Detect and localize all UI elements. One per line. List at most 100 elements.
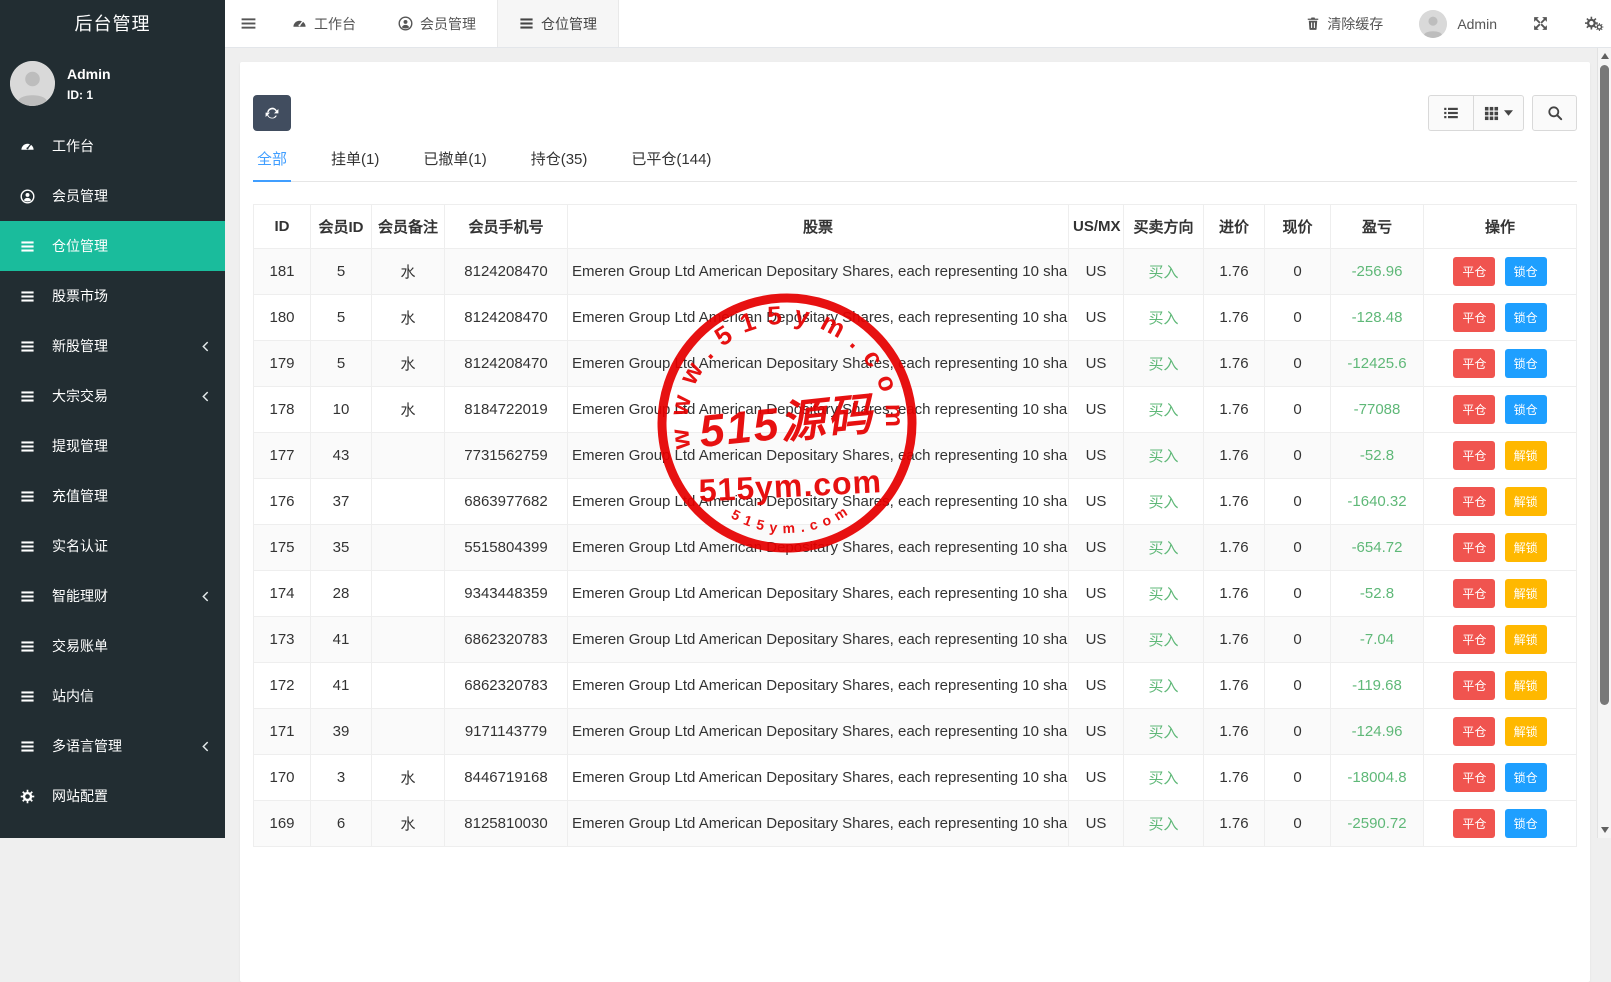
close-position-button[interactable]: 平仓	[1453, 763, 1495, 792]
column-header-3: 会员手机号	[445, 205, 568, 249]
cell-remark	[372, 433, 445, 479]
cell-market: US	[1069, 709, 1124, 755]
sidebar-item-8[interactable]: 实名认证	[0, 521, 225, 571]
user-id: ID: 1	[67, 88, 111, 102]
unlock-position-button[interactable]: 解锁	[1505, 671, 1547, 700]
topnav-item-0[interactable]: 工作台	[271, 0, 377, 47]
close-position-button[interactable]: 平仓	[1453, 625, 1495, 654]
gear-icon	[20, 789, 45, 804]
cell-direction: 买入	[1124, 295, 1204, 341]
sidebar-item-11[interactable]: 站内信	[0, 671, 225, 721]
close-position-button[interactable]: 平仓	[1453, 717, 1495, 746]
clear-cache-button[interactable]: 清除缓存	[1306, 14, 1383, 34]
close-position-button[interactable]: 平仓	[1453, 349, 1495, 378]
cell-pnl: -18004.8	[1331, 755, 1424, 801]
cell-id: 178	[254, 387, 311, 433]
sidebar-toggle-button[interactable]	[225, 0, 271, 47]
cell-id: 175	[254, 525, 311, 571]
cell-actions: 平仓 解锁	[1424, 433, 1577, 479]
cell-entry-price: 1.76	[1204, 801, 1265, 847]
scroll-down-arrow[interactable]	[1601, 827, 1609, 833]
sidebar-item-5[interactable]: 大宗交易	[0, 371, 225, 421]
topnav-item-1[interactable]: 会员管理	[377, 0, 497, 47]
cell-remark	[372, 663, 445, 709]
cell-pnl: -256.96	[1331, 249, 1424, 295]
cell-current-price: 0	[1265, 617, 1331, 663]
scroll-up-arrow[interactable]	[1601, 53, 1609, 59]
cell-stock: Emeren Group Ltd American Depositary Sha…	[568, 387, 1069, 433]
cell-id: 180	[254, 295, 311, 341]
sidebar-item-12[interactable]: 多语言管理	[0, 721, 225, 771]
lock-position-button[interactable]: 锁仓	[1505, 763, 1547, 792]
table-row: 178 10 水 8184722019 Emeren Group Ltd Ame…	[254, 387, 1577, 433]
sidebar-item-0[interactable]: 工作台	[0, 121, 225, 171]
close-position-button[interactable]: 平仓	[1453, 809, 1495, 838]
cell-phone: 5515804399	[445, 525, 568, 571]
tab-2[interactable]: 已撤单(1)	[419, 148, 490, 181]
list-view-button[interactable]	[1428, 95, 1473, 131]
lock-position-button[interactable]: 锁仓	[1505, 257, 1547, 286]
lock-position-button[interactable]: 锁仓	[1505, 349, 1547, 378]
close-position-button[interactable]: 平仓	[1453, 579, 1495, 608]
lock-position-button[interactable]: 锁仓	[1505, 395, 1547, 424]
sidebar-item-4[interactable]: 新股管理	[0, 321, 225, 371]
close-position-button[interactable]: 平仓	[1453, 487, 1495, 516]
cell-member-id: 41	[311, 617, 372, 663]
sidebar-item-13[interactable]: 网站配置	[0, 771, 225, 821]
tab-0[interactable]: 全部	[253, 148, 291, 181]
close-position-button[interactable]: 平仓	[1453, 441, 1495, 470]
sidebar-item-3[interactable]: 股票市场	[0, 271, 225, 321]
cell-market: US	[1069, 479, 1124, 525]
lock-position-button[interactable]: 锁仓	[1505, 303, 1547, 332]
unlock-position-button[interactable]: 解锁	[1505, 441, 1547, 470]
sidebar-item-1[interactable]: 会员管理	[0, 171, 225, 221]
sidebar-item-label: 提现管理	[52, 436, 108, 456]
unlock-position-button[interactable]: 解锁	[1505, 533, 1547, 562]
cell-entry-price: 1.76	[1204, 755, 1265, 801]
sidebar-item-10[interactable]: 交易账单	[0, 621, 225, 671]
close-position-button[interactable]: 平仓	[1453, 257, 1495, 286]
list-icon	[20, 639, 45, 654]
grid-view-button[interactable]	[1473, 95, 1524, 131]
sidebar-item-label: 交易账单	[52, 636, 108, 656]
sidebar-item-label: 网站配置	[52, 786, 108, 806]
topnav-item-2[interactable]: 仓位管理	[497, 0, 619, 47]
list-icon	[20, 439, 45, 454]
tab-3[interactable]: 持仓(35)	[527, 148, 592, 181]
list-ul-icon	[1443, 105, 1459, 121]
unlock-position-button[interactable]: 解锁	[1505, 625, 1547, 654]
cell-id: 172	[254, 663, 311, 709]
cell-phone: 8124208470	[445, 341, 568, 387]
unlock-position-button[interactable]: 解锁	[1505, 579, 1547, 608]
fullscreen-button[interactable]	[1533, 16, 1548, 31]
close-position-button[interactable]: 平仓	[1453, 395, 1495, 424]
sidebar-item-6[interactable]: 提现管理	[0, 421, 225, 471]
scrollbar[interactable]	[1597, 48, 1611, 838]
user-icon	[398, 16, 413, 31]
cell-actions: 平仓 锁仓	[1424, 341, 1577, 387]
cell-actions: 平仓 解锁	[1424, 479, 1577, 525]
lock-position-button[interactable]: 锁仓	[1505, 809, 1547, 838]
scrollbar-thumb[interactable]	[1600, 65, 1609, 705]
close-position-button[interactable]: 平仓	[1453, 671, 1495, 700]
close-position-button[interactable]: 平仓	[1453, 303, 1495, 332]
cell-pnl: -52.8	[1331, 571, 1424, 617]
refresh-button[interactable]	[253, 95, 291, 131]
expand-icon	[1533, 16, 1548, 31]
chevron-left-icon	[202, 591, 209, 602]
unlock-position-button[interactable]: 解锁	[1505, 717, 1547, 746]
tab-4[interactable]: 已平仓(144)	[627, 148, 715, 181]
cell-id: 171	[254, 709, 311, 755]
cell-stock: Emeren Group Ltd American Depositary Sha…	[568, 295, 1069, 341]
search-button[interactable]	[1532, 95, 1577, 131]
admin-menu[interactable]: Admin	[1419, 10, 1497, 38]
tab-1[interactable]: 挂单(1)	[327, 148, 383, 181]
unlock-position-button[interactable]: 解锁	[1505, 487, 1547, 516]
sidebar-menu: 工作台 会员管理 仓位管理 股票市场 新股管理 大宗交易	[0, 121, 225, 821]
close-position-button[interactable]: 平仓	[1453, 533, 1495, 562]
settings-button[interactable]	[1584, 16, 1605, 32]
column-header-7: 进价	[1204, 205, 1265, 249]
sidebar-item-2[interactable]: 仓位管理	[0, 221, 225, 271]
sidebar-item-7[interactable]: 充值管理	[0, 471, 225, 521]
sidebar-item-9[interactable]: 智能理财	[0, 571, 225, 621]
